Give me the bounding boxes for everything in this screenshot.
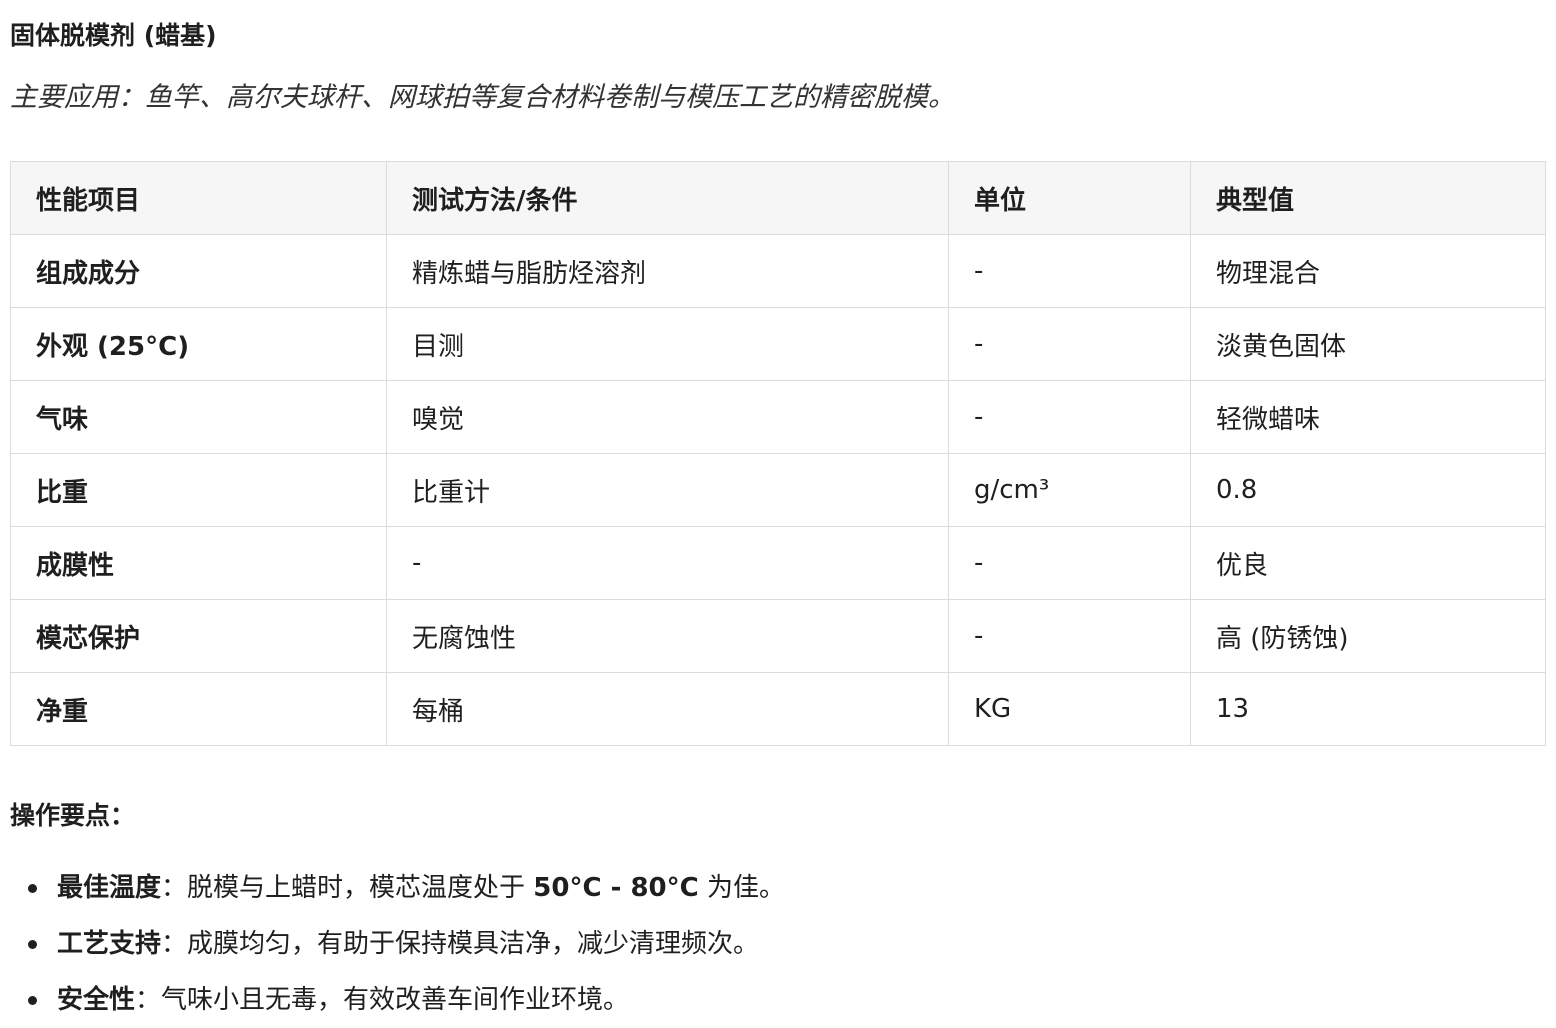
bullet-icon	[28, 940, 37, 949]
header-property: 性能项目	[10, 161, 387, 235]
list-item: 最佳温度：脱模与上蜡时，模芯温度处于 50°C - 80°C 为佳。	[0, 860, 785, 916]
item-highlight: 50°C - 80°C	[533, 873, 699, 903]
cell-typical-value: 高 (防锈蚀)	[1190, 599, 1546, 673]
cell-property: 外观 (25°C)	[10, 307, 387, 381]
item-label: 工艺支持	[57, 929, 162, 959]
header-unit: 单位	[948, 161, 1191, 235]
cell-property: 模芯保护	[10, 599, 387, 673]
table-row: 外观 (25°C) 目测 - 淡黄色固体	[10, 307, 1546, 381]
item-text-end: 为佳。	[698, 873, 785, 903]
table-row: 比重 比重计 g/cm³ 0.8	[10, 453, 1546, 527]
cell-test-method: 无腐蚀性	[386, 599, 949, 673]
bullet-icon	[28, 884, 37, 893]
cell-unit: -	[948, 599, 1191, 673]
spec-table: 性能项目 测试方法/条件 单位 典型值 组成成分 精炼蜡与脂肪烃溶剂 - 物理混…	[10, 161, 1546, 746]
header-typical-value: 典型值	[1190, 161, 1546, 235]
cell-test-method: 比重计	[386, 453, 949, 527]
cell-unit: -	[948, 526, 1191, 600]
cell-typical-value: 0.8	[1190, 453, 1546, 527]
page-title: 固体脱模剂 (蜡基)	[10, 21, 217, 50]
table-row: 模芯保护 无腐蚀性 - 高 (防锈蚀)	[10, 599, 1546, 673]
cell-typical-value: 13	[1190, 672, 1546, 746]
item-label: 安全性	[57, 985, 136, 1015]
list-item: 工艺支持：成膜均匀，有助于保持模具洁净，减少清理频次。	[0, 916, 785, 972]
cell-test-method: 精炼蜡与脂肪烃溶剂	[386, 234, 949, 308]
item-text: ：气味小且无毒，有效改善车间作业环境。	[135, 985, 630, 1015]
list-item: 安全性：气味小且无毒，有效改善车间作业环境。	[0, 972, 785, 1028]
cell-unit: g/cm³	[948, 453, 1191, 527]
cell-typical-value: 优良	[1190, 526, 1546, 600]
cell-property: 成膜性	[10, 526, 387, 600]
cell-typical-value: 轻微蜡味	[1190, 380, 1546, 454]
cell-property: 组成成分	[10, 234, 387, 308]
cell-test-method: -	[386, 526, 949, 600]
header-test-method: 测试方法/条件	[386, 161, 949, 235]
bullet-icon	[28, 996, 37, 1005]
item-label: 最佳温度	[57, 873, 162, 903]
cell-property: 气味	[10, 380, 387, 454]
cell-test-method: 嗅觉	[386, 380, 949, 454]
table-row: 气味 嗅觉 - 轻微蜡味	[10, 380, 1546, 454]
table-row: 成膜性 - - 优良	[10, 526, 1546, 600]
table-row: 净重 每桶 KG 13	[10, 672, 1546, 746]
application-description: 主要应用：鱼竿、高尔夫球杆、网球拍等复合材料卷制与模压工艺的精密脱模。	[10, 82, 955, 113]
cell-test-method: 目测	[386, 307, 949, 381]
cell-unit: -	[948, 234, 1191, 308]
table-row: 组成成分 精炼蜡与脂肪烃溶剂 - 物理混合	[10, 234, 1546, 308]
cell-property: 净重	[10, 672, 387, 746]
operations-list: 最佳温度：脱模与上蜡时，模芯温度处于 50°C - 80°C 为佳。 工艺支持：…	[0, 860, 785, 1028]
cell-test-method: 每桶	[386, 672, 949, 746]
table-header-row: 性能项目 测试方法/条件 单位 典型值	[10, 161, 1546, 235]
item-text: ：成膜均匀，有助于保持模具洁净，减少清理频次。	[161, 929, 760, 959]
cell-unit: -	[948, 307, 1191, 381]
cell-typical-value: 淡黄色固体	[1190, 307, 1546, 381]
cell-typical-value: 物理混合	[1190, 234, 1546, 308]
cell-unit: KG	[948, 672, 1191, 746]
operations-heading: 操作要点：	[10, 801, 136, 830]
cell-property: 比重	[10, 453, 387, 527]
item-text: ：脱模与上蜡时，模芯温度处于	[161, 873, 534, 903]
cell-unit: -	[948, 380, 1191, 454]
